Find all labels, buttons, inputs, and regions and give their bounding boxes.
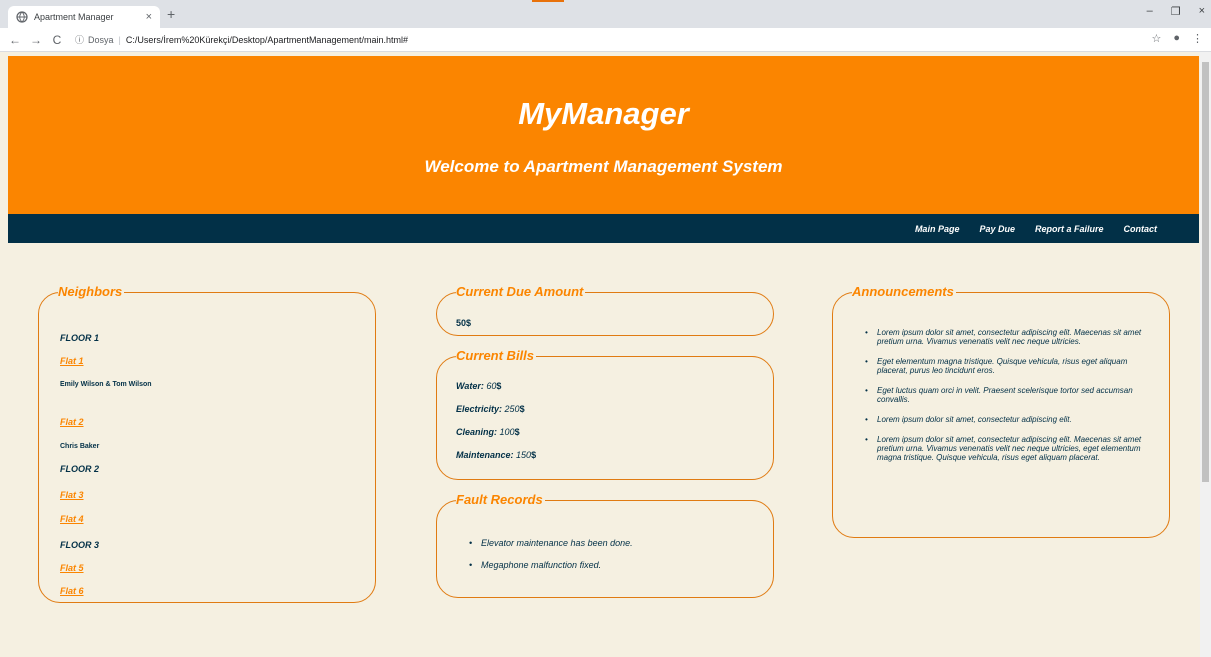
address-bar-actions: ☆ ● ⋮ [1151,32,1203,45]
due-amount-panel: Current Due Amount 50$ [436,284,774,336]
nav-report-failure[interactable]: Report a Failure [1035,224,1104,234]
due-amount-value: 50$ [456,318,472,328]
floor-3-heading: FLOOR 3 [60,540,100,550]
bill-unit: $ [531,450,537,460]
nav-contact[interactable]: Contact [1124,224,1158,234]
site-title: MyManager [518,96,689,131]
flat-1-residents: Emily Wilson & Tom Wilson [60,381,152,388]
announcements-list: Lorem ipsum dolor sit amet, consectetur … [865,328,1151,473]
page-content: MyManager Welcome to Apartment Managemen… [8,56,1199,657]
fault-records-legend: Fault Records [456,492,545,508]
reload-icon[interactable]: C [51,33,63,47]
main-navbar: Main Page Pay Due Report a Failure Conta… [8,214,1199,243]
bill-label: Water: [456,381,484,391]
due-amount-legend: Current Due Amount [456,284,586,300]
list-item: Eget luctus quam orci in velit. Praesent… [865,386,1151,404]
page-scrollbar[interactable] [1200,52,1211,657]
nav-pay-due[interactable]: Pay Due [979,224,1015,234]
address-bar-row: ← → C ⓘ Dosya | C:/Users/İrem%20Kürekçi/… [0,28,1211,52]
list-item: Lorem ipsum dolor sit amet, consectetur … [865,415,1151,424]
bill-amount: 60 [486,381,497,391]
forward-arrow-icon[interactable]: → [30,33,42,47]
globe-icon [16,11,28,23]
flat-4-link[interactable]: Flat 4 [60,514,84,524]
window-controls: – ❐ × [1147,5,1205,18]
bill-amount: 100 [499,427,515,437]
scrollbar-thumb[interactable] [1202,62,1209,482]
site-header: MyManager Welcome to Apartment Managemen… [8,56,1199,214]
neighbors-legend: Neighbors [58,284,125,300]
flat-3-link[interactable]: Flat 3 [60,490,84,500]
list-item: Megaphone malfunction fixed. [469,560,759,570]
announcements-panel: Announcements Lorem ipsum dolor sit amet… [832,284,1170,538]
url-text[interactable]: C:/Users/İrem%20Kürekçi/Desktop/Apartmen… [126,35,408,45]
nav-main-page[interactable]: Main Page [915,224,960,234]
bill-unit: $ [514,427,520,437]
page-viewport: MyManager Welcome to Apartment Managemen… [0,52,1211,657]
list-item: Lorem ipsum dolor sit amet, consectetur … [865,435,1151,462]
tab-title: Apartment Manager [34,12,114,22]
bill-unit: $ [496,381,502,391]
profile-avatar-icon[interactable]: ● [1173,32,1180,45]
bill-row-water: Water: 60$ [456,381,501,391]
list-item: Elevator maintenance has been done. [469,538,759,548]
url-separator: | [118,34,121,45]
floor-2-heading: FLOOR 2 [60,464,100,474]
bill-label: Maintenance: [456,450,514,460]
bill-amount: 250 [504,404,520,414]
browser-tab[interactable]: Apartment Manager × [8,6,160,28]
minimize-icon[interactable]: – [1147,5,1153,18]
current-bills-panel: Current Bills Water: 60$ Electricity: 25… [436,348,774,480]
flat-6-link[interactable]: Flat 6 [60,586,84,596]
announcements-legend: Announcements [852,284,956,300]
floor-1-heading: FLOOR 1 [60,333,100,343]
flat-2-link[interactable]: Flat 2 [60,417,84,427]
bookmark-star-icon[interactable]: ☆ [1151,32,1161,45]
fault-records-panel: Fault Records Elevator maintenance has b… [436,492,774,598]
site-subtitle: Welcome to Apartment Management System [424,157,783,176]
bill-label: Cleaning: [456,427,498,437]
close-window-icon[interactable]: × [1199,5,1205,18]
neighbors-panel: Neighbors FLOOR 1 Flat 1 Emily Wilson & … [38,284,376,603]
url-field[interactable]: ⓘ Dosya | C:/Users/İrem%20Kürekçi/Deskto… [75,33,408,46]
list-item: Lorem ipsum dolor sit amet, consectetur … [865,328,1151,346]
flat-2-residents: Chris Baker [60,443,100,450]
browser-menu-icon[interactable]: ⋮ [1192,32,1203,45]
tab-close-icon[interactable]: × [146,11,152,23]
new-tab-button[interactable]: + [167,6,175,22]
bill-row-cleaning: Cleaning: 100$ [456,427,520,437]
bill-amount: 150 [516,450,532,460]
bill-unit: $ [519,404,525,414]
flat-1-link[interactable]: Flat 1 [60,356,84,366]
maximize-icon[interactable]: ❐ [1171,5,1181,18]
bill-row-maintenance: Maintenance: 150$ [456,450,536,460]
url-scheme-label: Dosya [88,34,114,45]
info-icon[interactable]: ⓘ [75,33,84,46]
bill-label: Electricity: [456,404,503,414]
flat-5-link[interactable]: Flat 5 [60,563,84,573]
fault-records-list: Elevator maintenance has been done. Mega… [469,538,759,582]
tab-accent-line [532,0,564,2]
browser-tab-strip: Apartment Manager × + – ❐ × [0,0,1211,28]
back-arrow-icon[interactable]: ← [9,33,21,47]
bill-row-electricity: Electricity: 250$ [456,404,525,414]
list-item: Eget elementum magna tristique. Quisque … [865,357,1151,375]
current-bills-legend: Current Bills [456,348,537,364]
